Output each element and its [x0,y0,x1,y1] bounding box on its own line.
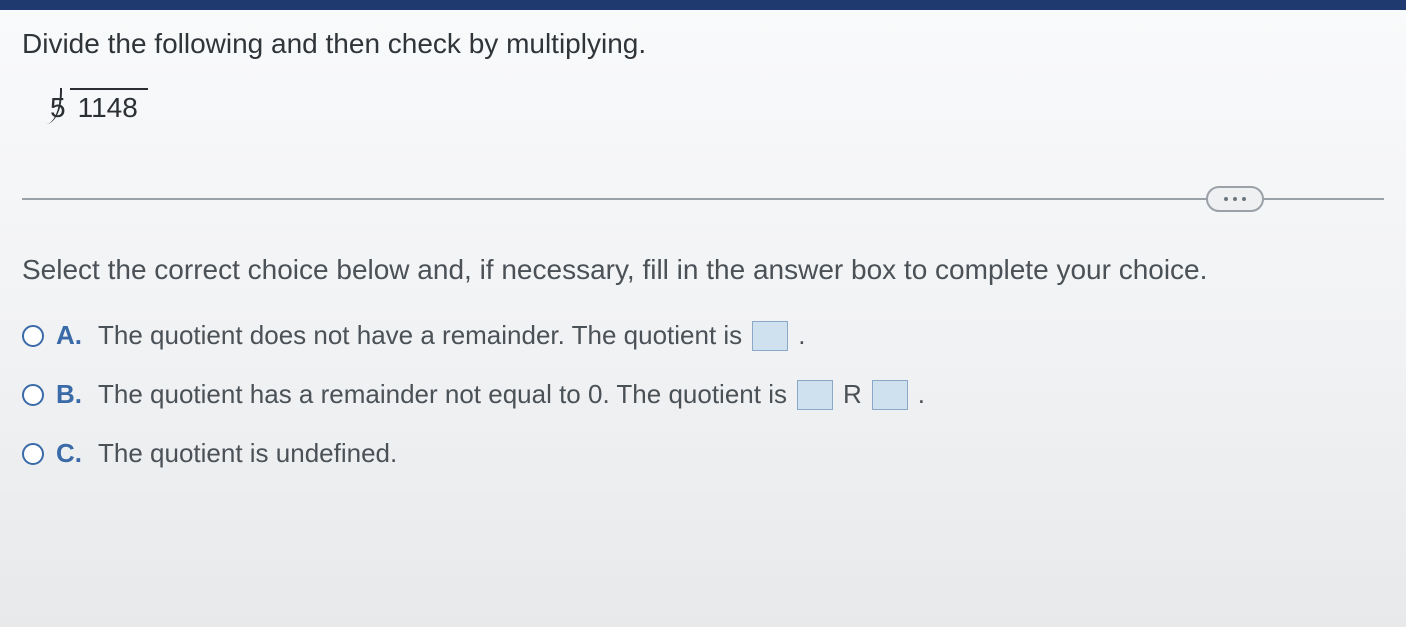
ellipsis-icon [1224,197,1228,201]
choice-letter-b: B. [56,379,84,410]
choice-b-text-after: . [918,379,925,410]
question-prompt: Divide the following and then check by m… [22,28,1384,60]
radio-b[interactable] [22,384,44,406]
radio-a[interactable] [22,325,44,347]
choice-letter-c: C. [56,438,84,469]
long-division-expression: 5 1148 [50,88,148,126]
choice-text-b: The quotient has a remainder not equal t… [98,379,925,410]
separator-row [22,186,1384,216]
question-page: Divide the following and then check by m… [0,10,1406,627]
choice-b-quotient-box[interactable] [797,380,833,410]
choices-list: A. The quotient does not have a remainde… [22,320,1384,469]
choice-b-remainder-box[interactable] [872,380,908,410]
ellipsis-icon [1242,197,1246,201]
dividend-wrap: 1148 [70,88,148,126]
choice-a-text-after: . [798,320,805,351]
choice-a-text-before: The quotient does not have a remainder. … [98,320,742,351]
choice-b[interactable]: B. The quotient has a remainder not equa… [22,379,1384,410]
window-top-bar [0,0,1406,10]
more-options-button[interactable] [1206,186,1264,212]
choice-letter-a: A. [56,320,84,351]
choice-text-c: The quotient is undefined. [98,438,397,469]
choice-a-answer-box[interactable] [752,321,788,351]
choice-a[interactable]: A. The quotient does not have a remainde… [22,320,1384,351]
horizontal-divider [22,198,1384,200]
choice-b-r-label: R [843,379,862,410]
choice-text-a: The quotient does not have a remainder. … [98,320,805,351]
radio-c[interactable] [22,443,44,465]
choice-c[interactable]: C. The quotient is undefined. [22,438,1384,469]
choice-b-text-before: The quotient has a remainder not equal t… [98,379,787,410]
choice-instruction: Select the correct choice below and, if … [22,254,1384,286]
dividend-value: 1148 [78,92,138,123]
choice-c-text: The quotient is undefined. [98,438,397,469]
ellipsis-icon [1233,197,1237,201]
